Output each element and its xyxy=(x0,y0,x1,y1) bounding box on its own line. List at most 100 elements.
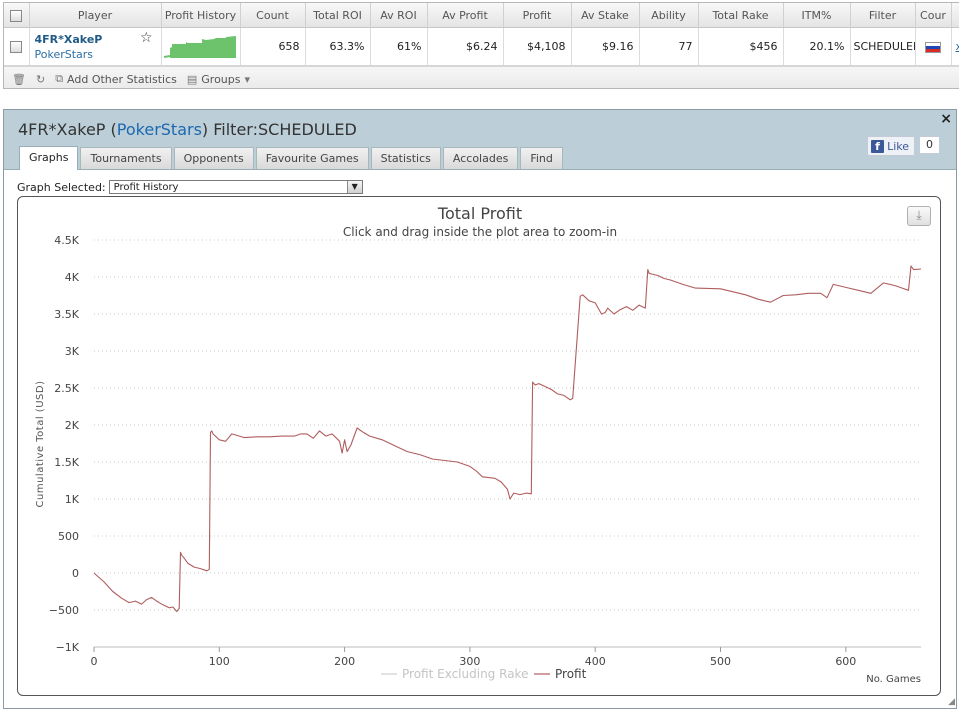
player-cell: 4FR*XakeP PokerStars ☆ xyxy=(29,27,162,66)
total-rake-cell: $456 xyxy=(698,27,784,66)
col-header[interactable]: Profit History xyxy=(161,3,241,28)
profit-history-sparkline xyxy=(163,36,236,58)
y-tick-label: 4.5K xyxy=(54,234,79,247)
add-stats-icon: ⧉ xyxy=(55,72,64,85)
tab-accolades[interactable]: Accolades xyxy=(442,147,519,169)
panel-filter: Filter:SCHEDULED xyxy=(213,120,357,139)
table-header-row: Player Profit History Count Total ROI Av… xyxy=(4,3,959,28)
col-header[interactable]: ITM% xyxy=(783,3,851,28)
av-roi-cell: 61% xyxy=(370,27,428,66)
panel-title: 4FR*XakeP (PokerStars) Filter:SCHEDULED xyxy=(18,120,357,139)
y-tick-label: 3.5K xyxy=(54,308,79,321)
select-all-checkbox[interactable] xyxy=(10,9,23,22)
y-tick-labels: −1K −500 0 500 1K 1.5K 2K 2.5K 3K 3.5K 4K 4.5K xyxy=(49,234,80,654)
y-tick-label: 1K xyxy=(65,493,80,506)
groups-label: Groups xyxy=(201,72,241,86)
legend-item-profit[interactable]: Profit xyxy=(555,667,587,681)
close-icon[interactable]: × xyxy=(940,111,952,127)
favourite-star-icon[interactable]: ☆ xyxy=(140,30,153,46)
stats-table: Player Profit History Count Total ROI Av… xyxy=(3,2,959,89)
like-label: Like xyxy=(887,139,909,153)
graph-select-value: Profit History xyxy=(113,182,179,193)
x-tick-label: 500 xyxy=(710,655,731,668)
row-checkbox[interactable] xyxy=(10,41,23,53)
col-header[interactable]: Total ROI xyxy=(305,3,371,28)
sparkline-start xyxy=(163,55,170,58)
tab-find[interactable]: Find xyxy=(520,147,563,169)
y-tick-label: 1.5K xyxy=(54,456,79,469)
y-tick-label: 2K xyxy=(65,419,80,432)
graph-selected-label: Graph Selected: xyxy=(17,180,106,194)
profit-history-cell xyxy=(161,27,241,66)
total-profit-chart[interactable]: −1K −500 0 500 1K 1.5K 2K 2.5K 3K 3.5K 4K 4.5K 0 100… xyxy=(18,197,940,695)
col-header[interactable]: Av Profit xyxy=(427,3,504,28)
col-header[interactable]: Profit xyxy=(503,3,572,28)
col-header[interactable]: Av Stake xyxy=(571,3,640,28)
col-header[interactable]: Ability xyxy=(639,3,699,28)
remove-cell: x xyxy=(951,27,959,66)
x-tick-label: 600 xyxy=(835,655,856,668)
ability-cell: 77 xyxy=(639,27,699,66)
y-tick-label: 2.5K xyxy=(54,382,79,395)
x-tick-label: 200 xyxy=(334,655,355,668)
tab-tournaments[interactable]: Tournaments xyxy=(80,147,172,169)
legend-item-profit-excluding-rake[interactable]: Profit Excluding Rake xyxy=(402,667,528,681)
total-roi-cell: 63.3% xyxy=(305,27,371,66)
refresh-icon[interactable]: ↻ xyxy=(36,73,45,86)
col-header[interactable]: Cour xyxy=(915,3,952,28)
col-header[interactable]: Player xyxy=(29,3,162,28)
col-header[interactable]: Av ROI xyxy=(370,3,428,28)
dropdown-arrow-icon: ▼ xyxy=(346,181,362,193)
row-checkbox-cell[interactable] xyxy=(4,27,30,66)
x-tick-label: 0 xyxy=(91,655,98,668)
filter-cell: SCHEDULED xyxy=(850,27,916,66)
tab-graphs[interactable]: Graphs xyxy=(19,146,79,170)
av-profit-cell: $6.24 xyxy=(427,27,504,66)
add-other-statistics-label: Add Other Statistics xyxy=(67,72,177,86)
chart-title: Total Profit xyxy=(437,204,522,223)
resize-handle-icon[interactable]: ◢ xyxy=(948,697,955,707)
graph-select-row: Graph Selected: Profit History ▼ xyxy=(17,180,363,194)
x-tick-label: 100 xyxy=(209,655,230,668)
col-header-empty xyxy=(951,3,959,28)
col-header[interactable]: Total Rake xyxy=(698,3,784,28)
country-cell xyxy=(915,27,952,66)
stats-toolbar: 🗑 ↻ ⧉ Add Other Statistics ▤ Groups ▾ xyxy=(4,66,959,88)
chart-container[interactable]: ⤓ −1K −500 0 500 1K 1.5K 2K 2.5K 3K 3.5K 4K 4.5K 0 1… xyxy=(17,196,941,696)
tab-favourite-games[interactable]: Favourite Games xyxy=(255,147,369,169)
like-count: 0 xyxy=(919,136,940,154)
y-axis-label: Cumulative Total (USD) xyxy=(35,381,46,508)
panel-tabs: Graphs Tournaments Opponents Favourite G… xyxy=(19,146,563,170)
chart-subtitle: Click and drag inside the plot area to z… xyxy=(343,225,617,239)
remove-row-link[interactable]: x xyxy=(956,40,959,53)
graph-select[interactable]: Profit History ▼ xyxy=(108,180,363,194)
groups-dropdown[interactable]: ▤ Groups ▾ xyxy=(187,73,250,86)
panel-site-link[interactable]: PokerStars xyxy=(117,120,202,139)
facebook-icon: f xyxy=(871,139,885,153)
y-tick-label: 0 xyxy=(72,567,79,580)
tab-statistics[interactable]: Statistics xyxy=(370,147,441,169)
player-name-link[interactable]: 4FR*XakeP xyxy=(35,33,156,46)
tab-opponents[interactable]: Opponents xyxy=(173,147,254,169)
profit-cell: $4,108 xyxy=(503,27,572,66)
legend: Profit Excluding Rake Profit xyxy=(381,667,587,681)
col-header[interactable]: Count xyxy=(240,3,306,28)
add-other-statistics-button[interactable]: ⧉ Add Other Statistics xyxy=(55,72,177,86)
select-all-cell[interactable] xyxy=(4,3,30,28)
count-cell: 658 xyxy=(240,27,306,66)
y-tick-label: −500 xyxy=(49,604,79,617)
itm-cell: 20.1% xyxy=(783,27,851,66)
like-button[interactable]: f Like xyxy=(867,136,915,156)
col-header[interactable]: Filter xyxy=(850,3,916,28)
facebook-like: f Like 0 xyxy=(867,136,940,156)
x-tick-labels: 0 100 200 300 400 500 600 xyxy=(91,647,856,668)
download-icon[interactable]: ⤓ xyxy=(907,206,931,226)
y-tick-label: 500 xyxy=(58,530,79,543)
series-lines xyxy=(93,265,922,613)
trash-icon[interactable]: 🗑 xyxy=(12,73,26,86)
y-tick-label: 4K xyxy=(65,271,80,284)
player-site-link[interactable]: PokerStars xyxy=(35,48,156,61)
sparkline-area xyxy=(169,36,236,58)
x-axis-label: No. Games xyxy=(866,674,921,685)
x-tick-label: 400 xyxy=(585,655,606,668)
